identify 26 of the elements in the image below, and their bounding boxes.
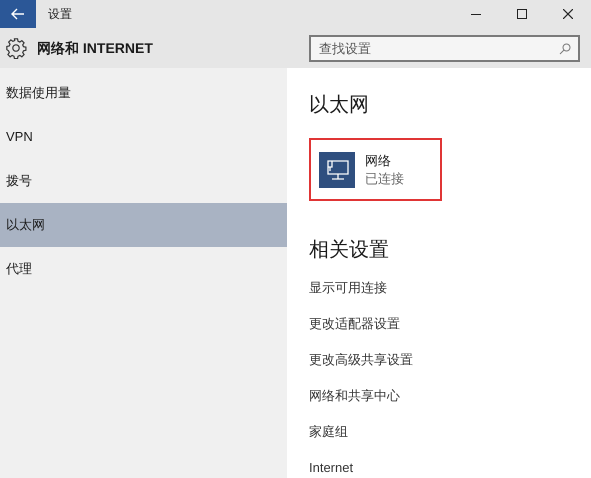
network-tile[interactable]: 网络 已连接	[309, 138, 442, 201]
back-arrow-icon	[11, 8, 25, 20]
settings-link[interactable]: 显示可用连接	[309, 279, 387, 297]
window-title: 设置	[48, 6, 72, 23]
settings-link[interactable]: 更改适配器设置	[309, 315, 400, 333]
section-title: 网络和 INTERNET	[37, 38, 153, 58]
network-status: 已连接	[365, 170, 404, 188]
settings-link[interactable]: 家庭组	[309, 423, 348, 441]
sidebar-item[interactable]: 拨号	[0, 159, 287, 203]
sidebar-item[interactable]: 以太网	[0, 203, 287, 247]
page-heading: 以太网	[309, 93, 370, 118]
sidebar-item[interactable]: VPN	[0, 115, 287, 159]
sidebar-item[interactable]: 数据使用量	[0, 71, 287, 115]
maximize-icon	[517, 9, 527, 19]
related-heading: 相关设置	[309, 238, 390, 263]
computer-icon	[319, 152, 355, 188]
sidebar-item[interactable]: 代理	[0, 247, 287, 291]
settings-icon	[5, 37, 27, 59]
settings-link[interactable]: 网络和共享中心	[309, 387, 400, 405]
settings-link[interactable]: Internet	[309, 459, 354, 477]
search-icon	[559, 42, 571, 54]
back-button[interactable]	[0, 0, 36, 28]
search-field[interactable]: 查找设置	[309, 34, 580, 62]
close-icon	[563, 9, 573, 19]
network-name: 网络	[365, 152, 392, 170]
settings-link[interactable]: 更改高级共享设置	[309, 351, 413, 369]
